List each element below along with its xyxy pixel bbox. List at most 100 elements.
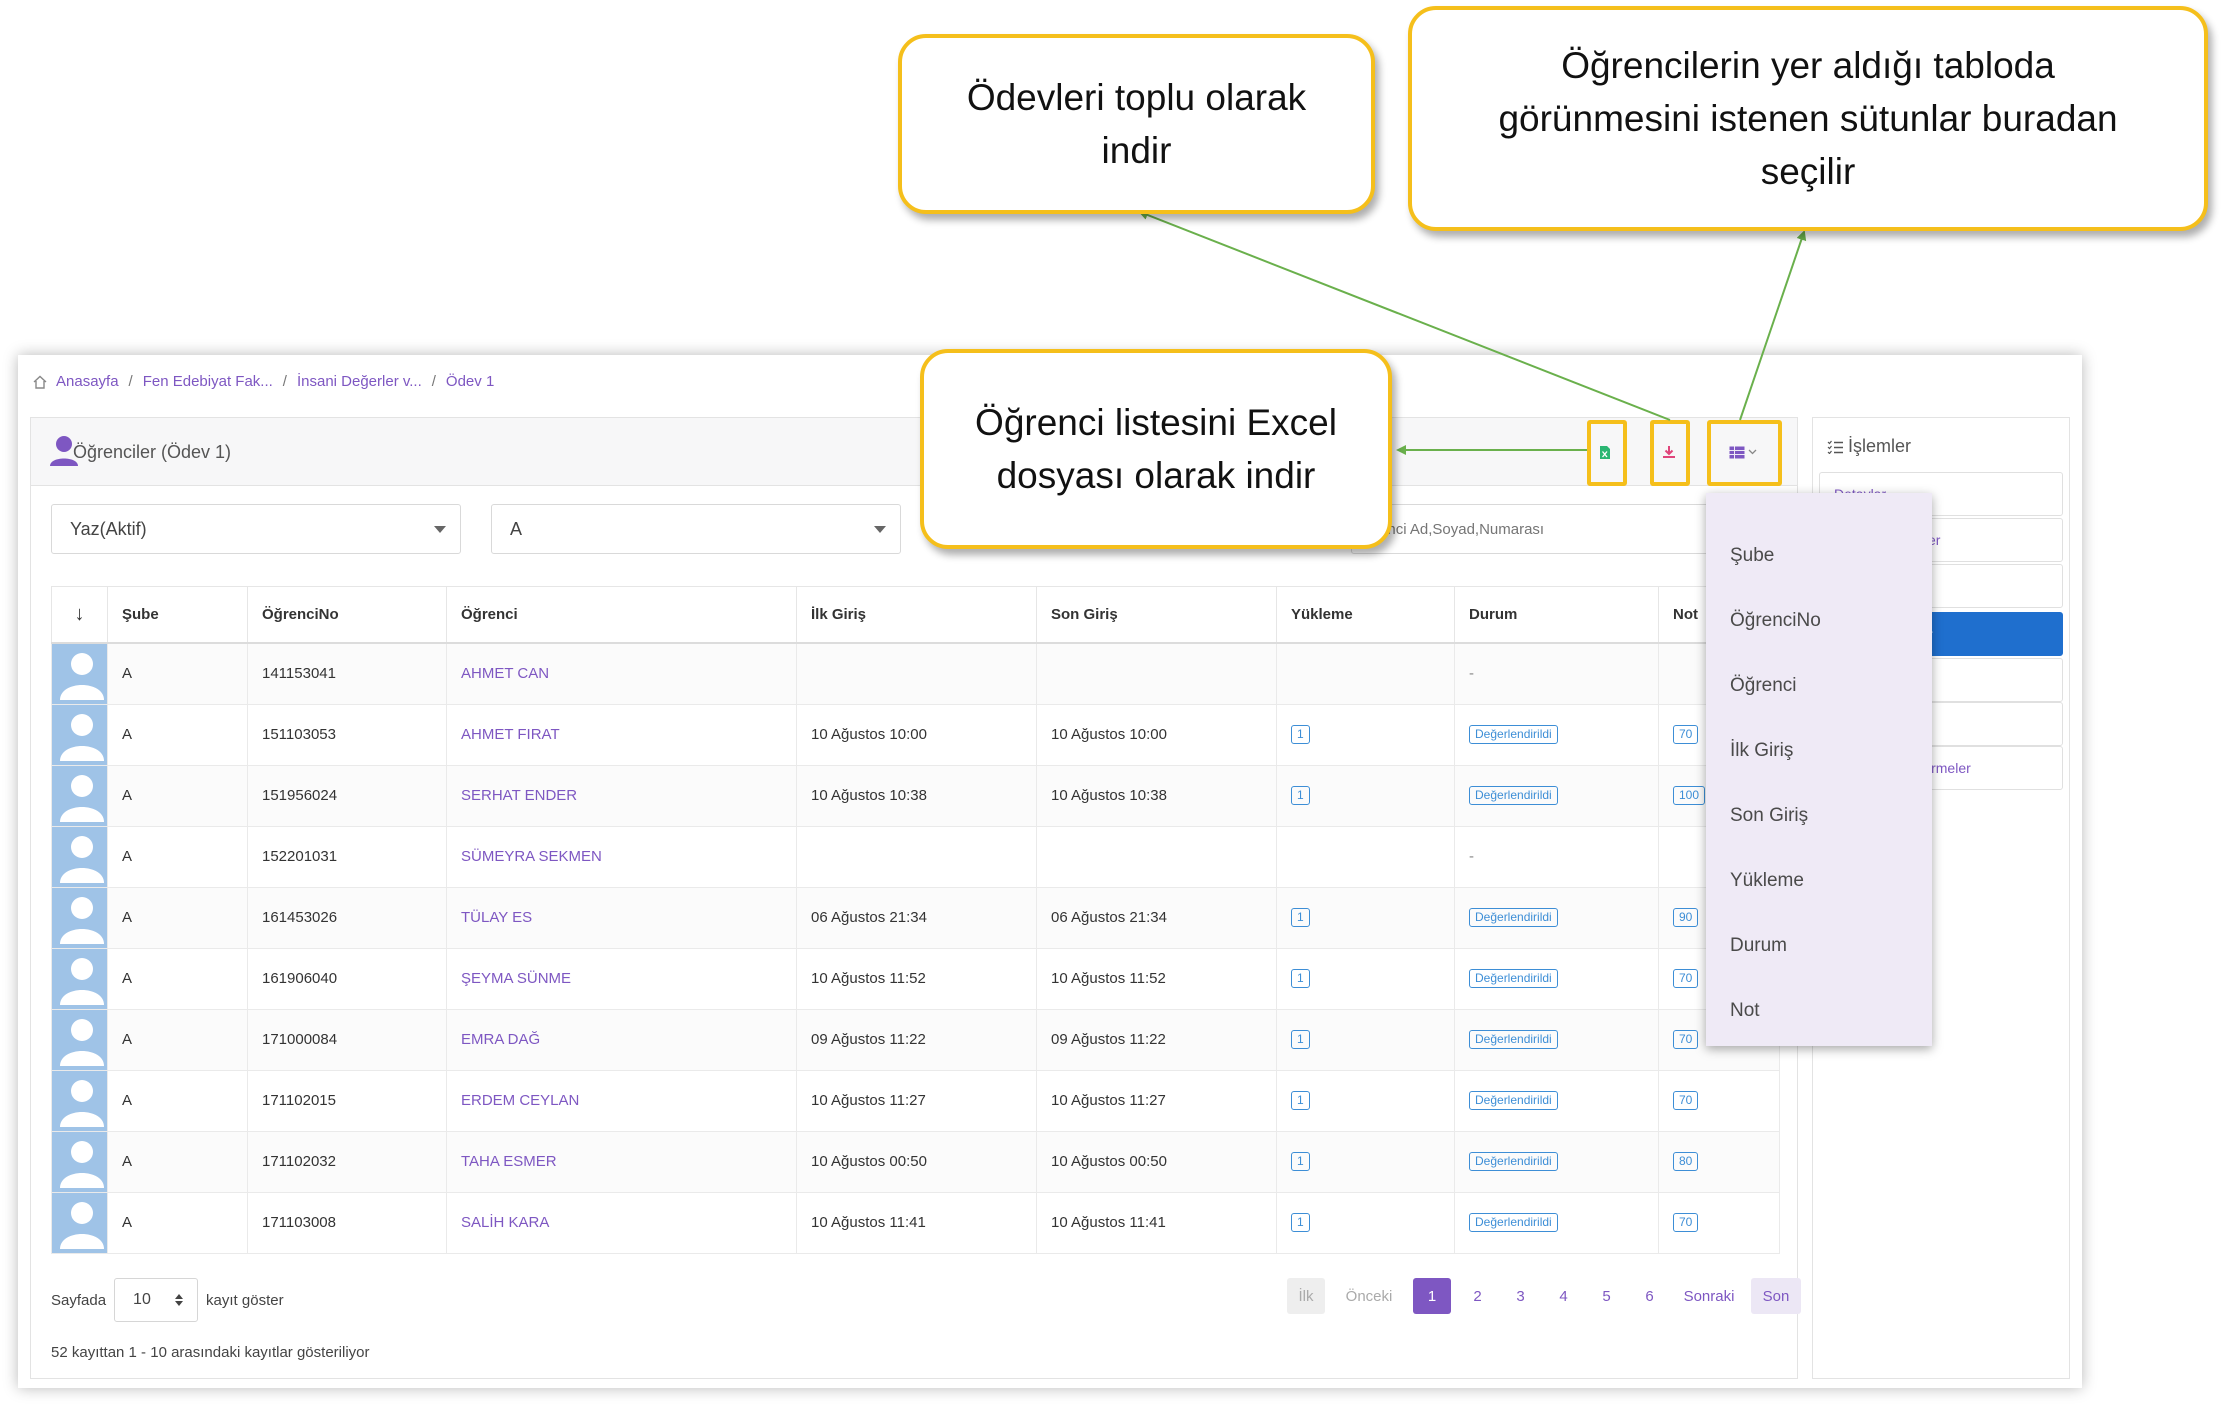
upload-count-badge[interactable]: 1 [1291, 1030, 1310, 1049]
cell-ogrenci: ERDEM CEYLAN [446, 1069, 797, 1132]
page-prev-button[interactable]: Önceki [1325, 1278, 1413, 1314]
student-name-link[interactable]: SALİH KARA [461, 1214, 549, 1231]
column-header-durum[interactable]: Durum [1454, 586, 1659, 644]
table-row[interactable]: A 171103008 SALİH KARA 10 Ağustos 11:41 10 A… [51, 1191, 1780, 1254]
upload-count-badge[interactable]: 1 [1291, 725, 1310, 744]
cell-son-giris: 10 Ağustos 11:27 [1036, 1069, 1277, 1132]
panel-header: Öğrenciler (Ödev 1) [31, 418, 1797, 486]
cell-sube: A [107, 886, 248, 949]
column-visibility-menu: Şube ÖğrenciNo Öğrenci İlk Giriş Son Gir… [1706, 493, 1932, 1046]
student-name-link[interactable]: TAHA ESMER [461, 1153, 557, 1170]
cell-sube: A [107, 703, 248, 766]
branch-select[interactable]: A [491, 504, 901, 554]
cell-durum: Değerlendirildi [1454, 703, 1659, 766]
cell-yukleme: 1 [1276, 1130, 1455, 1193]
avatar-placeholder-icon [52, 888, 107, 947]
term-select[interactable]: Yaz(Aktif) [51, 504, 461, 554]
page-first-button[interactable]: İlk [1287, 1278, 1325, 1314]
page-size-select[interactable]: 10 [114, 1278, 199, 1322]
cell-son-giris [1036, 642, 1277, 705]
page-next-button[interactable]: Sonraki [1671, 1278, 1747, 1314]
avatar [51, 886, 108, 949]
page-button-4[interactable]: 4 [1542, 1278, 1585, 1314]
column-toggle-son-giris[interactable]: Son Giriş [1730, 805, 1808, 827]
panel-title: Öğrenciler (Ödev 1) [73, 442, 232, 462]
table-row[interactable]: A 141153041 AHMET CAN - [51, 642, 1780, 705]
status-badge: Değerlendirildi [1469, 1030, 1558, 1049]
student-name-link[interactable]: SÜMEYRA SEKMEN [461, 848, 602, 865]
breadcrumb-assignment[interactable]: Ödev 1 [446, 373, 494, 390]
cell-not: 70 [1658, 1191, 1780, 1254]
student-name-link[interactable]: AHMET FIRAT [461, 726, 560, 743]
cell-ogrencino: 171102032 [247, 1130, 447, 1193]
table-row[interactable]: A 161453026 TÜLAY ES 06 Ağustos 21:34 06 Ağu… [51, 886, 1780, 949]
sort-column-header[interactable]: ↓ [51, 586, 108, 644]
upload-count-badge[interactable]: 1 [1291, 908, 1310, 927]
student-search-input[interactable] [1351, 504, 1741, 554]
column-toggle-durum[interactable]: Durum [1730, 935, 1787, 957]
page-button-1[interactable]: 1 [1413, 1278, 1451, 1314]
cell-ogrenci: AHMET CAN [446, 642, 797, 705]
cell-ogrenci: TÜLAY ES [446, 886, 797, 949]
table-row[interactable]: A 171102032 TAHA ESMER 10 Ağustos 00:50 10 A… [51, 1130, 1780, 1193]
cell-ogrenci: SÜMEYRA SEKMEN [446, 825, 797, 888]
page-button-2[interactable]: 2 [1456, 1278, 1499, 1314]
column-header-ogrenci[interactable]: Öğrenci [446, 586, 797, 644]
column-toggle-sube[interactable]: Şube [1730, 545, 1774, 567]
cell-yukleme: 1 [1276, 886, 1455, 949]
student-name-link[interactable]: AHMET CAN [461, 665, 549, 682]
table-row[interactable]: A 152201031 SÜMEYRA SEKMEN - [51, 825, 1780, 888]
home-icon [33, 375, 47, 389]
column-toggle-ilk-giris[interactable]: İlk Giriş [1730, 740, 1793, 762]
table-row[interactable]: A 171000084 EMRA DAĞ 09 Ağustos 11:22 09 Ağu… [51, 1008, 1780, 1071]
table-row[interactable]: A 151103053 AHMET FIRAT 10 Ağustos 10:00 10 … [51, 703, 1780, 766]
status-badge: Değerlendirildi [1469, 786, 1558, 805]
student-name-link[interactable]: TÜLAY ES [461, 909, 532, 926]
column-header-son-giris[interactable]: Son Giriş [1036, 586, 1277, 644]
column-toggle-ogrencino[interactable]: ÖğrenciNo [1730, 610, 1821, 632]
upload-count-badge[interactable]: 1 [1291, 1091, 1310, 1110]
table-row[interactable]: A 161906040 ŞEYMA SÜNME 10 Ağustos 11:52 10 … [51, 947, 1780, 1010]
cell-durum: Değerlendirildi [1454, 764, 1659, 827]
callout-column-selection: Öğrencilerin yer aldığı tabloda görünmesi… [1408, 6, 2208, 231]
column-toggle-ogrenci[interactable]: Öğrenci [1730, 675, 1797, 697]
cell-ogrencino: 171102015 [247, 1069, 447, 1132]
page-last-button[interactable]: Son [1751, 1278, 1801, 1314]
column-header-ogrencino[interactable]: ÖğrenciNo [247, 586, 447, 644]
avatar [51, 1069, 108, 1132]
breadcrumb-home[interactable]: Anasayfa [56, 373, 119, 390]
callout-line: Öğrencilerin yer aldığı tabloda [1561, 45, 2055, 86]
grade-badge: 80 [1673, 1152, 1699, 1171]
page-button-3[interactable]: 3 [1499, 1278, 1542, 1314]
grade-badge: 70 [1673, 1213, 1699, 1232]
status-badge: Değerlendirildi [1469, 969, 1558, 988]
upload-count-badge[interactable]: 1 [1291, 786, 1310, 805]
student-name-link[interactable]: SERHAT ENDER [461, 787, 577, 804]
breadcrumb-course[interactable]: İnsani Değerler v... [297, 373, 422, 390]
upload-count-badge[interactable]: 1 [1291, 1152, 1310, 1171]
page-button-6[interactable]: 6 [1628, 1278, 1671, 1314]
cell-ogrencino: 161906040 [247, 947, 447, 1010]
breadcrumb-faculty[interactable]: Fen Edebiyat Fak... [143, 373, 273, 390]
page-button-5[interactable]: 5 [1585, 1278, 1628, 1314]
table-row[interactable]: A 171102015 ERDEM CEYLAN 10 Ağustos 11:27 10… [51, 1069, 1780, 1132]
chevron-down-icon [874, 526, 886, 533]
table-row[interactable]: A 151956024 SERHAT ENDER 10 Ağustos 10:38 10… [51, 764, 1780, 827]
column-toggle-yukleme[interactable]: Yükleme [1730, 870, 1804, 892]
column-header-yukleme[interactable]: Yükleme [1276, 586, 1455, 644]
status-badge: Değerlendirildi [1469, 1091, 1558, 1110]
column-header-sube[interactable]: Şube [107, 586, 248, 644]
upload-count-badge[interactable]: 1 [1291, 969, 1310, 988]
column-header-ilk-giris[interactable]: İlk Giriş [796, 586, 1037, 644]
callout-line: görünmesini istenen sütunlar buradan [1498, 98, 2118, 139]
student-name-link[interactable]: EMRA DAĞ [461, 1031, 540, 1048]
student-name-link[interactable]: ERDEM CEYLAN [461, 1092, 579, 1109]
column-toggle-not[interactable]: Not [1730, 1000, 1760, 1022]
cell-ilk-giris [796, 642, 1037, 705]
cell-ogrenci: AHMET FIRAT [446, 703, 797, 766]
students-table: ↓ Şube ÖğrenciNo Öğrenci İlk Giriş Son G… [51, 586, 1780, 1254]
student-name-link[interactable]: ŞEYMA SÜNME [461, 970, 571, 987]
avatar-placeholder-icon [52, 1193, 107, 1252]
branch-select-value: A [510, 518, 523, 539]
upload-count-badge[interactable]: 1 [1291, 1213, 1310, 1232]
